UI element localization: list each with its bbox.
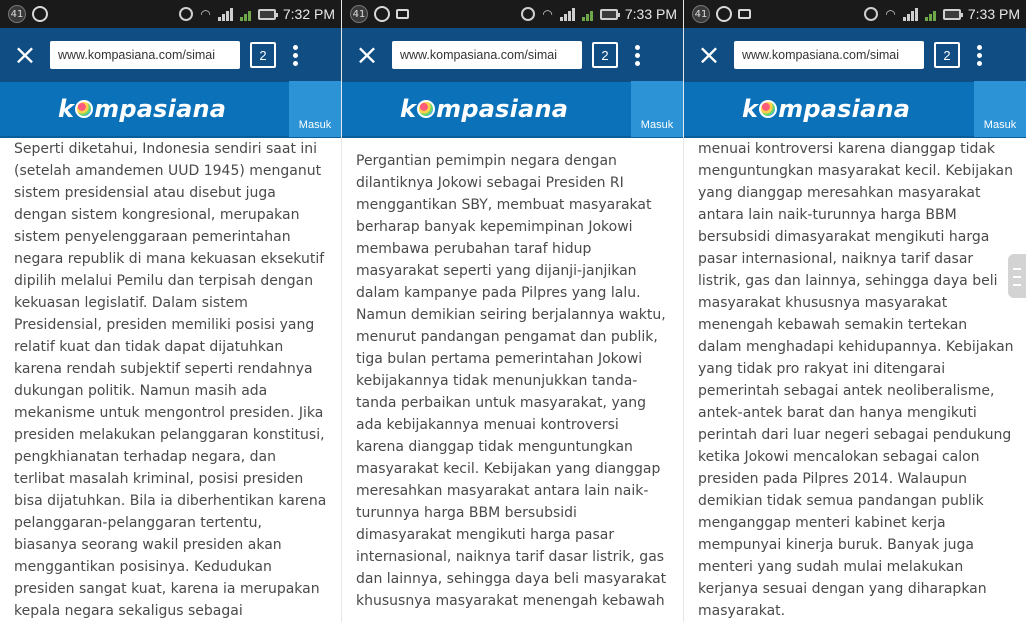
side-menu-tab-icon[interactable] — [1008, 254, 1026, 298]
browser-toolbar: × www.kompasiana.com/simai 2 — [684, 28, 1026, 82]
whatsapp-icon — [716, 6, 732, 22]
article-paragraph: Seperti diketahui, Indonesia sendiri saa… — [14, 141, 327, 619]
login-button[interactable]: Masuk — [289, 81, 341, 137]
status-left-icons: 41 — [684, 5, 751, 23]
three-screenshot-strip: 41 ◠ 7:32 PM × www.kompasiana.com/simai … — [0, 0, 1026, 622]
overflow-menu-icon[interactable] — [286, 42, 304, 68]
wifi-icon: ◠ — [885, 7, 896, 21]
url-text: www.kompasiana.com/simai — [400, 48, 557, 62]
logo-o-icon — [75, 100, 94, 118]
cell-signal-2-icon — [239, 7, 251, 21]
site-header: k mpasiana Masuk — [684, 81, 1026, 138]
tabs-button[interactable]: 2 — [934, 42, 960, 68]
screenshot-panel-2: 41 ◠ 7:33 PM × www.kompasiana.com/simai … — [342, 0, 684, 622]
battery-icon — [599, 8, 620, 20]
cell-signal-icon — [217, 7, 233, 21]
notification-count-badge: 41 — [8, 5, 26, 23]
cell-signal-2-icon — [581, 7, 593, 21]
status-bar: 41 ◠ 7:32 PM — [0, 0, 341, 28]
tabs-count: 2 — [943, 47, 951, 63]
overflow-menu-icon[interactable] — [628, 42, 646, 68]
status-right-icons: ◠ 7:33 PM — [521, 6, 683, 22]
cell-signal-icon — [902, 7, 918, 21]
kompasiana-logo[interactable]: k mpasiana — [58, 95, 226, 123]
notification-count-badge: 41 — [692, 5, 710, 23]
close-tab-button[interactable]: × — [8, 38, 42, 72]
logo-text-left: k — [400, 95, 417, 123]
cell-signal-icon — [559, 7, 575, 21]
status-time: 7:32 PM — [282, 6, 335, 22]
url-text: www.kompasiana.com/simai — [742, 48, 899, 62]
kompasiana-logo[interactable]: k mpasiana — [400, 95, 568, 123]
status-left-icons: 41 — [0, 5, 48, 23]
browser-toolbar: × www.kompasiana.com/simai 2 — [0, 28, 341, 82]
status-bar: 41 ◠ 7:33 PM — [342, 0, 683, 28]
close-tab-button[interactable]: × — [692, 38, 726, 72]
status-left-icons: 41 — [342, 5, 409, 23]
login-button[interactable]: Masuk — [631, 81, 683, 137]
login-label: Masuk — [983, 119, 1017, 131]
logo-o-icon — [417, 100, 436, 118]
login-label: Masuk — [640, 119, 674, 131]
close-tab-button[interactable]: × — [350, 38, 384, 72]
message-icon — [396, 9, 409, 19]
article-content: Pergantian pemimpin negara dengan dilant… — [356, 138, 671, 622]
alarm-icon — [521, 7, 536, 21]
site-header: k mpasiana Masuk — [0, 81, 341, 138]
message-icon — [738, 9, 751, 19]
alarm-icon — [179, 7, 194, 21]
article-content: Seperti diketahui, Indonesia sendiri saa… — [14, 138, 329, 622]
logo-text-left: k — [58, 95, 75, 123]
kompasiana-logo[interactable]: k mpasiana — [742, 95, 910, 123]
article-paragraph: menuai kontroversi karena dianggap tidak… — [698, 141, 1014, 619]
logo-o-icon — [759, 100, 778, 118]
logo-text-right: mpasiana — [436, 95, 569, 123]
url-bar[interactable]: www.kompasiana.com/simai — [50, 41, 240, 69]
screenshot-panel-3: 41 ◠ 7:33 PM × www.kompasiana.com/simai … — [684, 0, 1026, 622]
status-right-icons: ◠ 7:32 PM — [179, 6, 341, 22]
whatsapp-icon — [32, 6, 48, 22]
browser-toolbar: × www.kompasiana.com/simai 2 — [342, 28, 683, 82]
tabs-button[interactable]: 2 — [592, 42, 618, 68]
article-paragraph: Pergantian pemimpin negara dengan dilant… — [356, 153, 667, 609]
cell-signal-2-icon — [924, 7, 936, 21]
tabs-button[interactable]: 2 — [250, 42, 276, 68]
tabs-count: 2 — [259, 47, 267, 63]
logo-text-right: mpasiana — [94, 95, 227, 123]
url-text: www.kompasiana.com/simai — [58, 48, 215, 62]
status-bar: 41 ◠ 7:33 PM — [684, 0, 1026, 28]
site-header: k mpasiana Masuk — [342, 81, 683, 138]
logo-text-right: mpasiana — [778, 95, 911, 123]
overflow-menu-icon[interactable] — [970, 42, 988, 68]
battery-icon — [942, 8, 963, 20]
status-time: 7:33 PM — [967, 6, 1020, 22]
tabs-count: 2 — [601, 47, 609, 63]
logo-text-left: k — [742, 95, 759, 123]
url-bar[interactable]: www.kompasiana.com/simai — [734, 41, 924, 69]
alarm-icon — [864, 7, 879, 21]
notification-count-badge: 41 — [350, 5, 368, 23]
battery-icon — [257, 8, 278, 20]
wifi-icon: ◠ — [542, 7, 553, 21]
wifi-icon: ◠ — [200, 7, 211, 21]
login-label: Masuk — [298, 119, 332, 131]
status-time: 7:33 PM — [624, 6, 677, 22]
url-bar[interactable]: www.kompasiana.com/simai — [392, 41, 582, 69]
screenshot-panel-1: 41 ◠ 7:32 PM × www.kompasiana.com/simai … — [0, 0, 342, 622]
status-right-icons: ◠ 7:33 PM — [864, 6, 1026, 22]
login-button[interactable]: Masuk — [974, 81, 1026, 137]
whatsapp-icon — [374, 6, 390, 22]
article-content: menuai kontroversi karena dianggap tidak… — [698, 138, 1014, 622]
